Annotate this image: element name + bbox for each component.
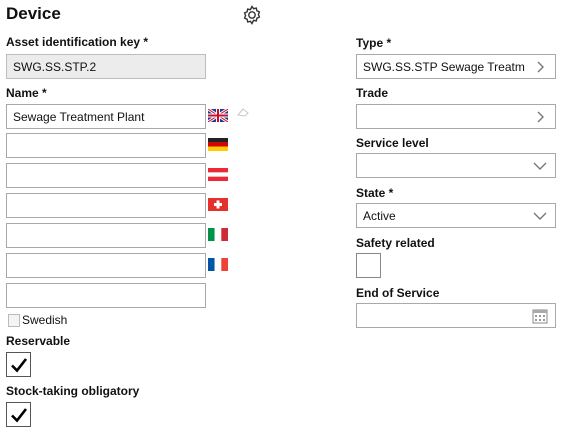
stock-taking-checkbox[interactable] [6, 402, 31, 427]
name-field-ch[interactable] [6, 193, 206, 218]
calendar-icon[interactable] [531, 307, 549, 325]
chevron-down-icon [531, 157, 549, 175]
type-value: SWG.SS.STP Sewage Treatm [363, 59, 525, 74]
end-of-service-date-field[interactable] [356, 303, 556, 328]
flag-italy-icon [208, 228, 228, 241]
name-field-en[interactable]: Sewage Treatment Plant [6, 104, 206, 129]
name-field-de[interactable] [6, 133, 206, 158]
reservable-label: Reservable [6, 334, 71, 348]
gear-icon[interactable] [240, 4, 264, 28]
flag-switzerland-icon [208, 198, 228, 211]
trade-label: Trade [356, 86, 389, 100]
name-label: Name * [6, 86, 47, 100]
chevron-right-icon [531, 58, 549, 76]
broken-image-icon [8, 313, 20, 327]
eraser-icon[interactable] [236, 106, 250, 118]
asset-key-value: SWG.SS.STP.2 [13, 59, 97, 74]
type-selector[interactable]: SWG.SS.STP Sewage Treatm [356, 54, 556, 79]
reservable-checkbox[interactable] [6, 352, 31, 377]
state-label: State * [356, 186, 394, 200]
safety-related-checkbox[interactable] [356, 253, 381, 278]
state-dropdown[interactable]: Active [356, 203, 556, 228]
service-level-label: Service level [356, 136, 429, 150]
name-field-fr[interactable] [6, 253, 206, 278]
state-value: Active [363, 208, 396, 223]
flag-germany-icon [208, 138, 228, 151]
safety-related-label: Safety related [356, 236, 435, 250]
page-title: Device [6, 4, 61, 23]
chevron-down-icon [531, 207, 549, 225]
swedish-alt-text: Swedish [22, 313, 68, 327]
asset-key-field: SWG.SS.STP.2 [6, 54, 206, 79]
type-label: Type * [356, 36, 392, 50]
asset-key-label: Asset identification key * [6, 35, 149, 49]
trade-selector[interactable] [356, 104, 556, 129]
flag-france-icon [208, 258, 228, 271]
swedish-flag-broken-image: Swedish [8, 313, 67, 327]
name-field-sv[interactable] [6, 283, 206, 308]
name-field-en-value: Sewage Treatment Plant [13, 109, 145, 124]
chevron-right-icon [531, 108, 549, 126]
service-level-dropdown[interactable] [356, 153, 556, 178]
stock-taking-label: Stock-taking obligatory [6, 384, 140, 398]
checkmark-icon [10, 407, 27, 422]
name-field-at[interactable] [6, 163, 206, 188]
flag-austria-icon [208, 168, 228, 181]
end-of-service-label: End of Service [356, 286, 440, 300]
checkmark-icon [10, 357, 27, 372]
name-field-it[interactable] [6, 223, 206, 248]
flag-uk-icon [208, 109, 228, 122]
